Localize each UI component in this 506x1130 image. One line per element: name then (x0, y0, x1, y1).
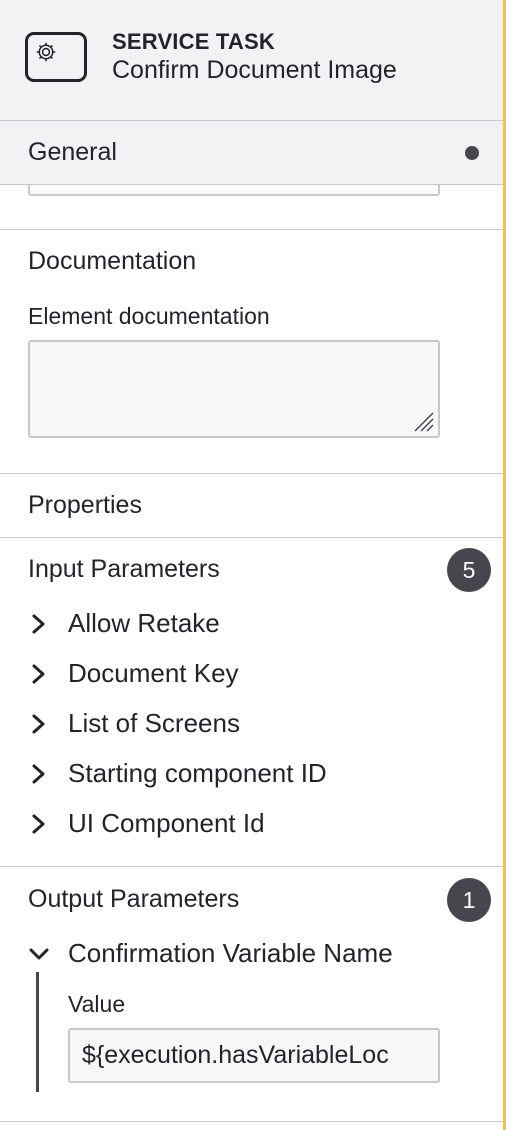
chevron-right-icon (32, 814, 45, 834)
value-field-label: Value (68, 991, 126, 1017)
input-parameter-label: List of Screens (68, 708, 240, 738)
input-parameter-item[interactable]: List of Screens (28, 704, 468, 744)
input-parameter-label: Document Key (68, 658, 239, 688)
input-parameter-label: UI Component Id (68, 808, 265, 838)
chevron-right-icon (32, 614, 45, 634)
chevron-right-icon (32, 664, 45, 684)
output-parameter-item[interactable]: Confirmation Variable Name (28, 934, 468, 974)
element-name: Confirm Document Image (112, 56, 397, 84)
group-general-title: General (28, 138, 117, 166)
divider (0, 866, 503, 867)
panel-header: SERVICE TASK Confirm Document Image (0, 0, 503, 121)
value-input[interactable] (68, 1028, 440, 1083)
general-input-partial[interactable] (28, 185, 440, 196)
chevron-right-icon (32, 764, 45, 784)
group-general-header[interactable]: General (0, 121, 503, 185)
divider (0, 473, 503, 474)
expanded-item-guide-line (36, 972, 39, 1092)
gear-icon (36, 42, 56, 62)
divider (0, 229, 503, 230)
modified-dot-icon (465, 146, 479, 160)
resize-grip-icon[interactable] (411, 409, 435, 433)
documentation-field-label: Element documentation (28, 303, 270, 329)
input-parameters-count-badge: 5 (447, 548, 491, 592)
divider (0, 537, 503, 538)
input-parameter-label: Allow Retake (68, 608, 220, 638)
chevron-down-icon (29, 948, 49, 960)
group-documentation-title[interactable]: Documentation (28, 247, 196, 276)
divider (0, 1121, 503, 1122)
group-properties-title[interactable]: Properties (28, 491, 142, 520)
input-parameter-label: Starting component ID (68, 758, 327, 788)
group-input-parameters-title[interactable]: Input Parameters (28, 555, 220, 584)
element-type-label: SERVICE TASK (112, 29, 275, 54)
output-parameter-label: Confirmation Variable Name (68, 938, 393, 968)
input-parameter-item[interactable]: Starting component ID (28, 754, 468, 794)
group-output-parameters-title[interactable]: Output Parameters (28, 885, 239, 914)
output-parameters-count-badge: 1 (447, 878, 491, 922)
input-parameter-item[interactable]: Allow Retake (28, 604, 468, 644)
properties-panel: SERVICE TASK Confirm Document Image Gene… (0, 0, 503, 1130)
documentation-textarea[interactable] (28, 340, 440, 438)
input-parameter-item[interactable]: UI Component Id (28, 804, 468, 844)
input-parameter-item[interactable]: Document Key (28, 654, 468, 694)
service-task-icon (25, 32, 87, 82)
chevron-right-icon (32, 714, 45, 734)
